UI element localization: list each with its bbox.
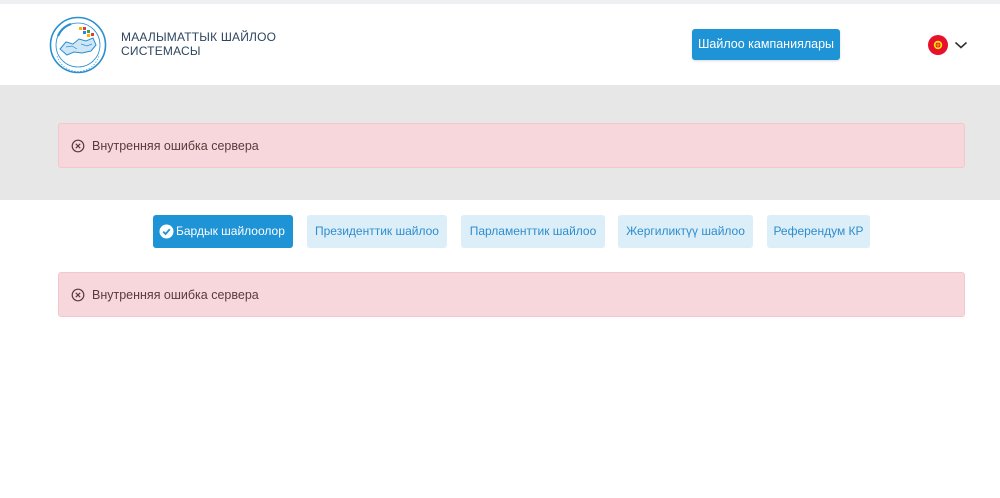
brand-line-2: СИСТЕМАСЫ: [121, 44, 201, 58]
tab-presidential[interactable]: Президенттик шайлоо: [307, 215, 447, 248]
tab-label: Президенттик шайлоо: [315, 224, 439, 238]
tab-label: Парламенттик шайлоо: [469, 224, 597, 238]
tab-local[interactable]: Жергиликтүү шайлоо: [618, 215, 753, 248]
election-system-logo[interactable]: [49, 16, 107, 74]
server-error-alert: Внутренняя ошибка сервера: [58, 123, 965, 168]
brand-line-1: МААЛЫМАТТЫК ШАЙЛОО: [121, 30, 277, 44]
language-selector[interactable]: [926, 33, 974, 57]
tab-all-elections[interactable]: Бардык шайлоолор: [153, 215, 293, 248]
election-type-tabs: Бардык шайлоолор Президенттик шайлоо Пар…: [0, 215, 1000, 248]
tab-referendum[interactable]: Референдум КР: [767, 215, 870, 248]
tab-label: Жергиликтүү шайлоо: [626, 224, 745, 238]
tab-parliamentary[interactable]: Парламенттик шайлоо: [461, 215, 605, 248]
tab-label: Бардык шайлоолор: [176, 224, 285, 238]
election-campaigns-button[interactable]: Шайлоо кампаниялары: [692, 29, 840, 60]
tab-label: Референдум КР: [773, 224, 864, 238]
site-header: МААЛЫМАТТЫК ШАЙЛОО СИСТЕМАСЫ Шайлоо камп…: [0, 4, 1000, 85]
kyrgyz-flag-icon: [928, 35, 948, 55]
server-error-alert: Внутренняя ошибка сервера: [58, 272, 965, 317]
check-circle-icon: [159, 224, 174, 239]
chevron-down-icon: [954, 41, 968, 49]
circle-x-icon: [71, 288, 85, 302]
circle-x-icon: [71, 139, 85, 153]
alert-message: Внутренняя ошибка сервера: [92, 139, 259, 153]
alert-message: Внутренняя ошибка сервера: [92, 288, 259, 302]
brand-title[interactable]: МААЛЫМАТТЫК ШАЙЛОО СИСТЕМАСЫ: [121, 30, 276, 58]
